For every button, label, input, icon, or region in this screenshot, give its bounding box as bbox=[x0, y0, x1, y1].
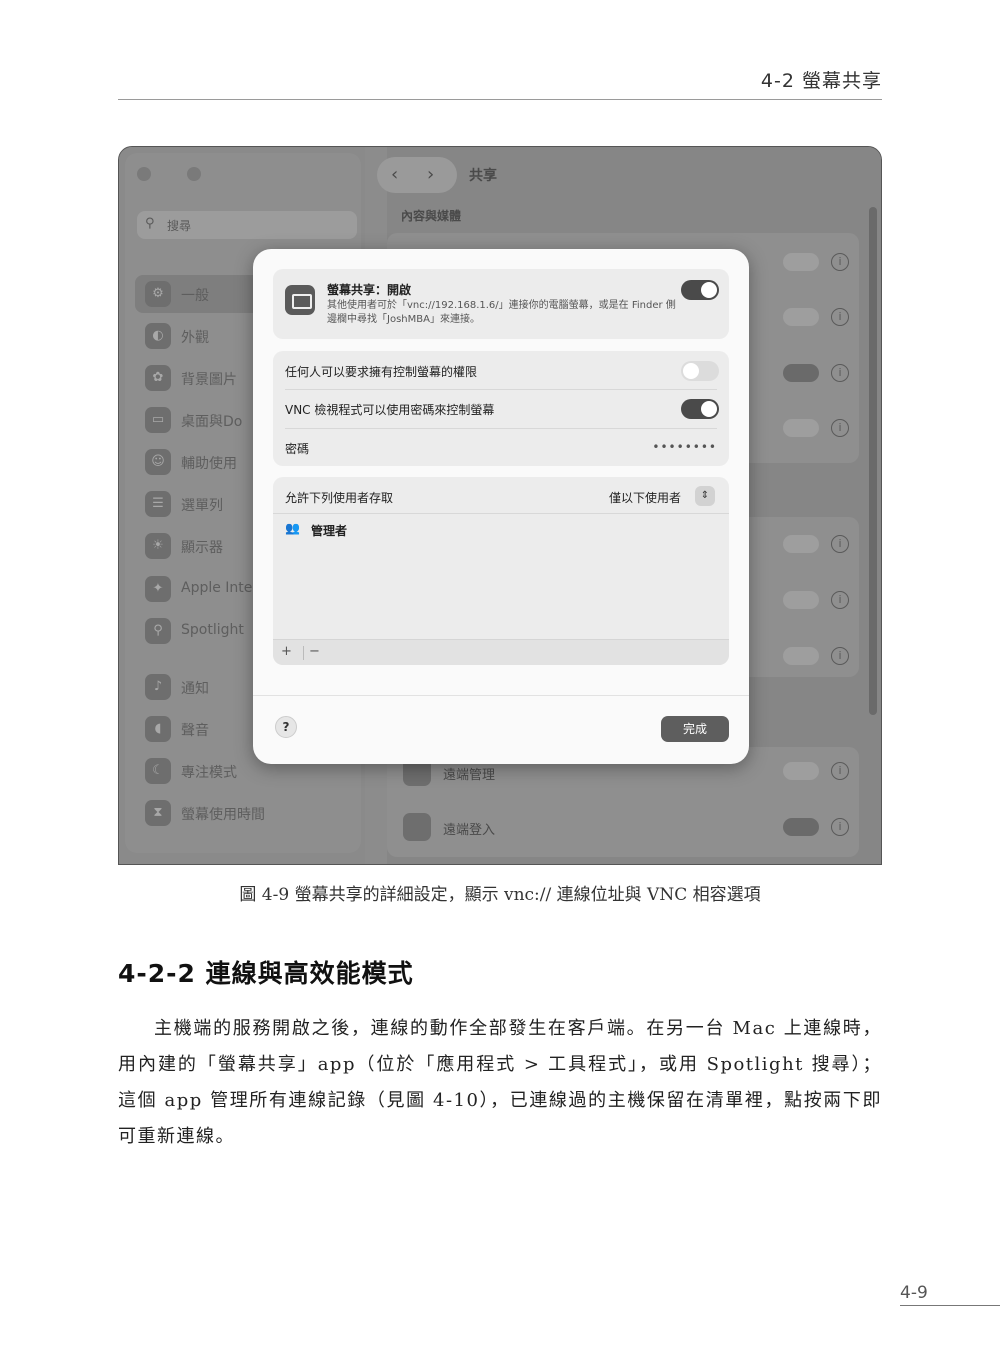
focus-icon: ☾ bbox=[145, 758, 171, 784]
page-title: 共享 bbox=[469, 168, 497, 184]
sidebar-item-label: 背景圖片 bbox=[181, 372, 237, 388]
screen-sharing-card: 螢幕共享：開啟 其他使用者可於「vnc://192.168.1.6/」連接你的電… bbox=[273, 269, 729, 339]
toggle-switch[interactable] bbox=[783, 591, 819, 609]
wallpaper-icon: ✿ bbox=[145, 365, 171, 391]
divider bbox=[303, 646, 304, 660]
vnc-toggle[interactable] bbox=[681, 399, 719, 419]
sidebar-item-label: 聲音 bbox=[181, 723, 209, 739]
sidebar-item-label: 通知 bbox=[181, 681, 209, 697]
info-icon[interactable]: i bbox=[831, 535, 849, 553]
done-button[interactable]: 完成 bbox=[661, 716, 729, 742]
anyone-request-label: 任何人可以要求擁有控制螢幕的權限 bbox=[285, 365, 478, 379]
vnc-label: VNC 檢視程式可以使用密碼來控制螢幕 bbox=[285, 403, 495, 417]
search-icon: ⚲ bbox=[145, 216, 155, 231]
accessibility-icon: ☺ bbox=[145, 449, 171, 475]
back-icon[interactable]: ‹ bbox=[391, 164, 398, 185]
divider bbox=[273, 513, 729, 514]
sidebar-item-screen-time[interactable]: ⧗ 螢幕使用時間 bbox=[143, 798, 353, 828]
notification-icon: ♪ bbox=[145, 674, 171, 700]
allow-access-label: 允許下列使用者存取 bbox=[285, 491, 394, 505]
row-label-remote-management: 遠端管理 bbox=[443, 768, 496, 783]
divider bbox=[285, 389, 717, 390]
footer-rule bbox=[900, 1305, 1000, 1306]
header-rule bbox=[118, 99, 882, 100]
search-placeholder: 搜尋 bbox=[167, 219, 192, 233]
section-heading: 4-2-2 連線與高效能模式 bbox=[118, 959, 414, 988]
sidebar-item-label: 桌面與Do bbox=[181, 414, 243, 430]
body-paragraph: 主機端的服務開啟之後，連線的動作全部發生在客戶端。在另一台 Mac 上連線時，用… bbox=[118, 1018, 882, 1147]
remove-user-button[interactable]: − bbox=[309, 644, 320, 659]
spotlight-icon: ⚲ bbox=[145, 618, 171, 644]
toggle-switch[interactable] bbox=[783, 364, 819, 382]
screen-sharing-title: 螢幕共享：開啟 bbox=[327, 283, 412, 297]
list-footer: + − bbox=[273, 639, 729, 665]
password-field[interactable]: •••••••• bbox=[652, 440, 717, 454]
toggle-switch[interactable] bbox=[783, 647, 819, 665]
screen-sharing-description: 其他使用者可於「vnc://192.168.1.6/」連接你的電腦螢幕，或是在 … bbox=[327, 300, 676, 325]
toggle-switch[interactable] bbox=[783, 818, 819, 836]
user-list-item[interactable]: 管理者 bbox=[311, 522, 347, 539]
desktop-dock-icon: ▭ bbox=[145, 407, 171, 433]
figure-caption: 圖 4-9 螢幕共享的詳細設定，顯示 vnc:// 連線位址與 VNC 相容選項 bbox=[239, 885, 761, 905]
password-label: 密碼 bbox=[285, 442, 310, 456]
running-header: 4-2 螢幕共享 bbox=[760, 70, 882, 92]
sound-icon: ◖ bbox=[145, 716, 171, 742]
group-icon: 👥 bbox=[285, 521, 300, 535]
sidebar-item-label: 專注模式 bbox=[181, 765, 237, 781]
toggle-switch[interactable] bbox=[783, 253, 819, 271]
gear-icon: ⚙ bbox=[145, 281, 171, 307]
sidebar-item-label: Apple Inte bbox=[181, 580, 253, 596]
info-icon[interactable]: i bbox=[831, 762, 849, 780]
sidebar-item-label: Spotlight bbox=[181, 622, 244, 638]
appearance-icon: ◐ bbox=[145, 323, 171, 349]
toggle-switch[interactable] bbox=[783, 308, 819, 326]
search-input[interactable]: ⚲ 搜尋 bbox=[137, 211, 357, 239]
sidebar-item-label: 顯示器 bbox=[181, 540, 223, 556]
toggle-switch[interactable] bbox=[783, 419, 819, 437]
remote-login-icon bbox=[403, 813, 431, 841]
figure-screenshot: ⚲ 搜尋 ⚙ 一般 ◐ 外觀 ✿ 背景圖片 ▭ 桌面與Do ☺ 輔助使用 ☰ 選… bbox=[118, 146, 882, 865]
screen-sharing-toggle[interactable] bbox=[681, 280, 719, 300]
forward-icon[interactable]: › bbox=[427, 164, 434, 185]
info-icon[interactable]: i bbox=[831, 647, 849, 665]
display-icon: ☀ bbox=[145, 533, 171, 559]
sidebar-item-label: 選單列 bbox=[181, 498, 223, 514]
chevron-updown-icon[interactable]: ⇕ bbox=[695, 486, 715, 506]
sidebar-item-label: 輔助使用 bbox=[181, 456, 237, 472]
toggle-switch[interactable] bbox=[783, 762, 819, 780]
divider bbox=[285, 428, 717, 429]
page-number: 4-9 bbox=[900, 1283, 928, 1303]
info-icon[interactable]: i bbox=[831, 253, 849, 271]
help-button[interactable]: ? bbox=[275, 716, 297, 738]
info-icon[interactable]: i bbox=[831, 364, 849, 382]
sidebar-item-label: 外觀 bbox=[181, 330, 209, 346]
sidebar-item-label: 一般 bbox=[181, 288, 209, 304]
apple-intelligence-icon: ✦ bbox=[145, 576, 171, 602]
control-settings-card: 任何人可以要求擁有控制螢幕的權限 VNC 檢視程式可以使用密碼來控制螢幕 密碼 … bbox=[273, 351, 729, 466]
add-user-button[interactable]: + bbox=[281, 644, 292, 659]
divider bbox=[253, 695, 749, 696]
menubar-icon: ☰ bbox=[145, 491, 171, 517]
scrollbar[interactable] bbox=[869, 207, 877, 715]
screen-sharing-icon bbox=[285, 285, 315, 315]
info-icon[interactable]: i bbox=[831, 419, 849, 437]
info-icon[interactable]: i bbox=[831, 308, 849, 326]
window-close-icon[interactable] bbox=[137, 167, 151, 181]
screen-sharing-sheet: 螢幕共享：開啟 其他使用者可於「vnc://192.168.1.6/」連接你的電… bbox=[253, 249, 749, 764]
allow-access-select-value[interactable]: 僅以下使用者 bbox=[609, 489, 681, 506]
toggle-switch[interactable] bbox=[783, 535, 819, 553]
anyone-request-toggle[interactable] bbox=[681, 361, 719, 381]
allowed-users-card: 允許下列使用者存取 僅以下使用者 ⇕ 👥 管理者 + − bbox=[273, 477, 729, 665]
info-icon[interactable]: i bbox=[831, 818, 849, 836]
section-label: 內容與媒體 bbox=[401, 209, 462, 223]
nav-buttons: ‹ › bbox=[377, 157, 457, 193]
sidebar-item-label: 螢幕使用時間 bbox=[181, 807, 265, 823]
info-icon[interactable]: i bbox=[831, 591, 849, 609]
screen-time-icon: ⧗ bbox=[145, 800, 171, 826]
window-zoom-icon[interactable] bbox=[187, 167, 201, 181]
row-label-remote-login: 遠端登入 bbox=[443, 823, 496, 838]
